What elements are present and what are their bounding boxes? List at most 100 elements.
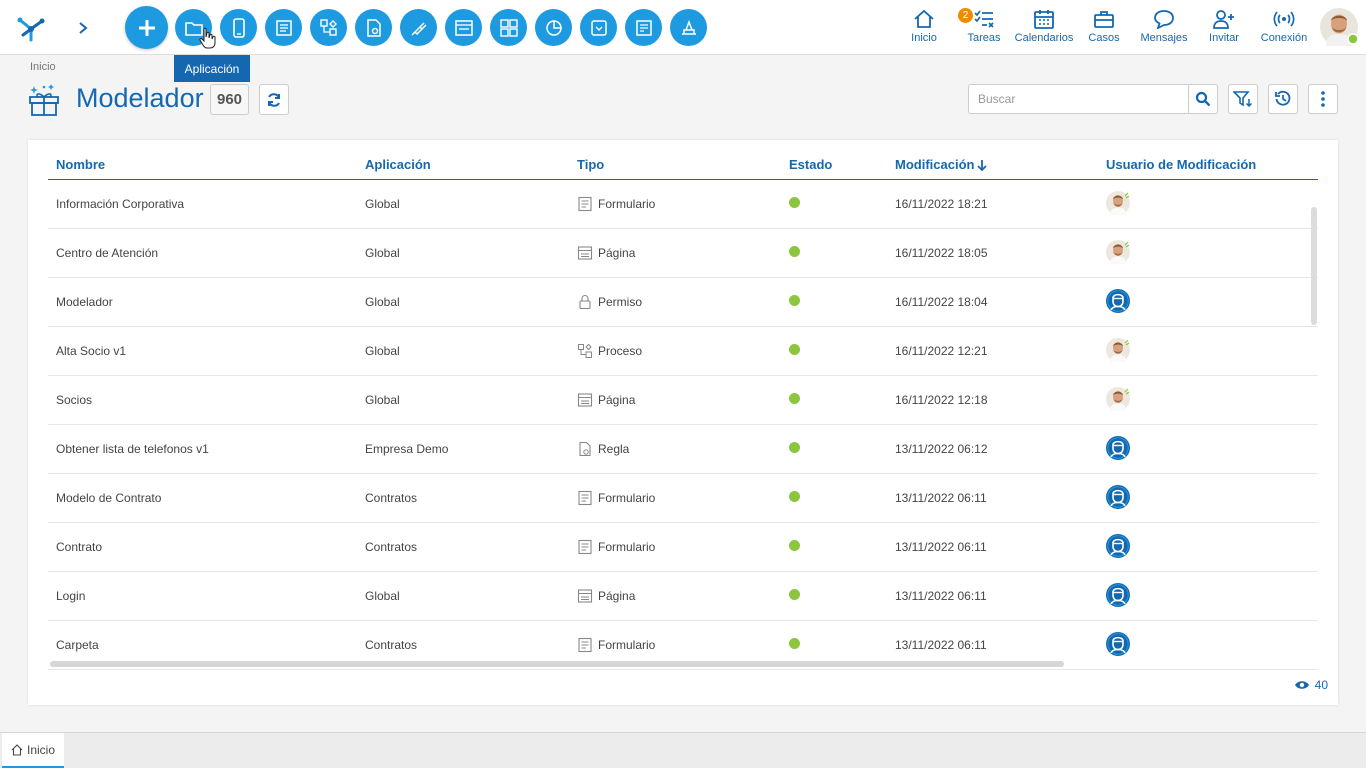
column-header-modified-by[interactable]: Usuario de Modificación: [1106, 157, 1318, 172]
tool-rule-button[interactable]: [355, 9, 392, 46]
form-icon: [578, 637, 592, 653]
column-header-type[interactable]: Tipo: [577, 157, 789, 172]
cell-modified-by: [1106, 288, 1318, 316]
status-active-dot: [789, 295, 800, 306]
table-row[interactable]: Modelo de Contrato Contratos Formulario 13/…: [48, 474, 1318, 523]
chat-bubble-icon: [1154, 10, 1174, 29]
cell-name: Modelador: [56, 295, 113, 309]
cell-type: Proceso: [577, 343, 789, 359]
tool-chart-button[interactable]: [535, 9, 572, 46]
app-logo[interactable]: [0, 0, 62, 55]
cell-modification: 16/11/2022 18:21: [895, 197, 988, 211]
cell-modification: 16/11/2022 18:04: [895, 295, 988, 309]
user-avatar[interactable]: [1320, 8, 1359, 46]
menu-connection[interactable]: Conexión: [1254, 0, 1314, 55]
column-header-modification[interactable]: Modificación: [895, 157, 1106, 172]
cell-application: Contratos: [365, 638, 418, 652]
cell-name: Carpeta: [56, 638, 99, 652]
menu-messages[interactable]: Mensajes: [1134, 0, 1194, 55]
modified-by-avatar[interactable]: [1106, 484, 1130, 509]
cell-modified-by: [1106, 337, 1318, 365]
tool-integration-button[interactable]: [400, 9, 437, 46]
cell-type: Página: [577, 392, 789, 408]
cell-modified-by: [1106, 533, 1318, 561]
process-icon: [319, 18, 337, 36]
menu-home[interactable]: Inicio: [894, 0, 954, 55]
cell-type: Formulario: [577, 490, 789, 506]
cell-modification: 16/11/2022 18:05: [895, 246, 988, 260]
cell-application: Global: [365, 344, 400, 358]
modified-by-avatar[interactable]: [1106, 239, 1130, 264]
menu-tasks[interactable]: 2 Tareas: [954, 0, 1014, 55]
history-button[interactable]: [1268, 84, 1298, 114]
cell-modification: 13/11/2022 06:11: [895, 491, 987, 505]
vertical-scrollbar[interactable]: [1311, 207, 1317, 325]
form-icon: [275, 19, 292, 36]
cell-application: Global: [365, 295, 400, 309]
user-photo-icon: [1106, 190, 1130, 215]
modified-by-avatar[interactable]: [1106, 337, 1130, 362]
modified-by-avatar[interactable]: [1106, 582, 1130, 607]
page-icon: [577, 589, 593, 603]
results-card: Nombre Aplicación Tipo Estado Modificaci…: [28, 140, 1338, 705]
table-row[interactable]: Login Global Página 13/11/2022 06:11: [48, 572, 1318, 621]
search-input[interactable]: [968, 84, 1188, 114]
expand-menu-button[interactable]: [64, 0, 102, 55]
system-user-icon: [1106, 288, 1130, 313]
cell-status: [789, 197, 895, 211]
table-row[interactable]: Obtener lista de telefonos v1 Empresa Dem…: [48, 425, 1318, 474]
tool-dashboard-button[interactable]: [490, 9, 527, 46]
cell-type-label: Página: [598, 393, 636, 407]
table-row[interactable]: Información Corporativa Global Formulario 1…: [48, 180, 1318, 229]
user-photo-icon: [1106, 239, 1130, 264]
column-header-status[interactable]: Estado: [789, 157, 895, 172]
column-header-name[interactable]: Nombre: [48, 157, 365, 172]
tool-process-button[interactable]: [310, 9, 347, 46]
menu-tasks-label: Tareas: [967, 32, 1001, 44]
menu-connection-label: Conexión: [1260, 32, 1308, 44]
tool-form-button[interactable]: [265, 9, 302, 46]
modeler-tools: [175, 9, 707, 46]
cell-application: Empresa Demo: [365, 442, 449, 456]
tool-deploy-button[interactable]: [670, 9, 707, 46]
page-icon: [454, 19, 473, 36]
rule-icon: [579, 441, 591, 457]
modified-by-avatar[interactable]: [1106, 435, 1130, 460]
refresh-button[interactable]: [259, 84, 289, 115]
tool-value-list-button[interactable]: [580, 9, 617, 46]
more-options-button[interactable]: [1308, 84, 1338, 114]
cell-name: Contrato: [56, 540, 103, 554]
table-header: Nombre Aplicación Tipo Estado Modificaci…: [48, 150, 1318, 180]
page-icon: [577, 246, 593, 260]
modified-by-avatar[interactable]: [1106, 533, 1130, 558]
tasks-icon: [974, 10, 994, 28]
modified-by-avatar[interactable]: [1106, 631, 1130, 656]
modified-by-avatar[interactable]: [1106, 190, 1130, 215]
lock-icon: [579, 295, 591, 310]
breadcrumb[interactable]: Inicio: [30, 61, 56, 73]
column-header-application[interactable]: Aplicación: [365, 157, 577, 172]
deploy-icon: [681, 19, 696, 35]
create-button[interactable]: [125, 6, 168, 49]
tab-home[interactable]: Inicio: [2, 733, 64, 768]
modified-by-avatar[interactable]: [1106, 386, 1130, 411]
table-row[interactable]: Centro de Atención Global Página 16/11/2022…: [48, 229, 1318, 278]
table-row[interactable]: Contrato Contratos Formulario 13/11/2022 06…: [48, 523, 1318, 572]
table-row[interactable]: Modelador Global Permiso 16/11/2022 18:04: [48, 278, 1318, 327]
menu-cases[interactable]: Casos: [1074, 0, 1134, 55]
vertical-dots-icon: [1321, 91, 1325, 107]
search-button[interactable]: [1188, 84, 1218, 114]
menu-invite[interactable]: Invitar: [1194, 0, 1254, 55]
cell-type: Regla: [577, 441, 789, 457]
table-row[interactable]: Alta Socio v1 Global Proceso 16/11/2022 12:…: [48, 327, 1318, 376]
menu-cases-label: Casos: [1088, 32, 1120, 44]
table-row[interactable]: Socios Global Página 16/11/2022 12:18: [48, 376, 1318, 425]
filter-button[interactable]: [1228, 84, 1258, 114]
horizontal-scrollbar[interactable]: [50, 661, 1064, 667]
menu-calendars[interactable]: Calendarios: [1014, 0, 1074, 55]
tool-page-button[interactable]: [445, 9, 482, 46]
cell-type-label: Página: [598, 589, 636, 603]
modified-by-avatar[interactable]: [1106, 288, 1130, 313]
tool-mobile-button[interactable]: [220, 9, 257, 46]
tool-report-button[interactable]: [625, 9, 662, 46]
